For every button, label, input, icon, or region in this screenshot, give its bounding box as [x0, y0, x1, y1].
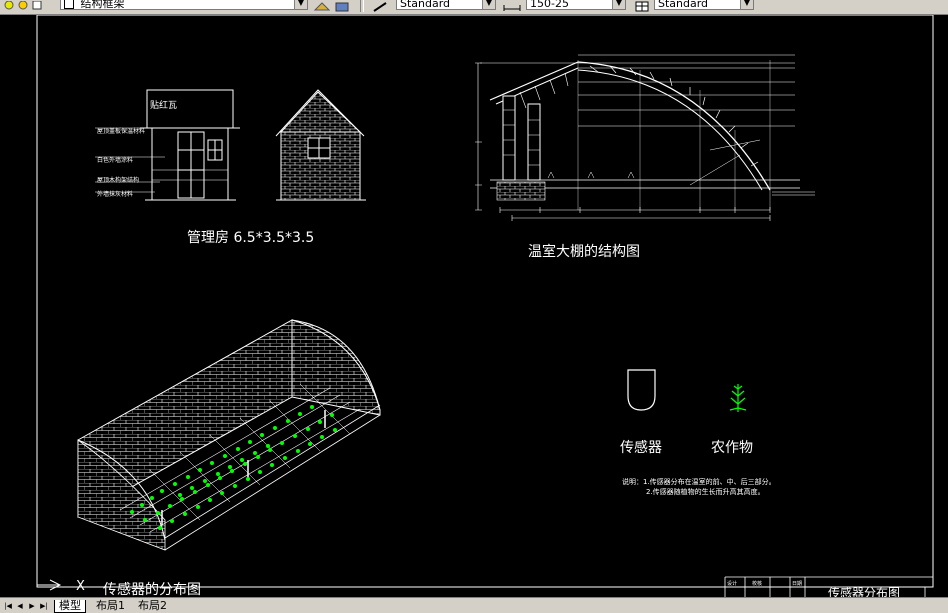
- prev-tab-icon[interactable]: ◀: [14, 601, 26, 611]
- chevron-down-icon[interactable]: ▼: [482, 0, 495, 9]
- title-date-label: 日期: [792, 581, 802, 587]
- title-drawing-name: 传感器分布图: [828, 585, 900, 597]
- tab-model[interactable]: 模型: [54, 600, 86, 613]
- tab-layout1[interactable]: 布局1: [92, 600, 129, 612]
- chevron-down-icon[interactable]: ▼: [740, 0, 753, 9]
- chevron-down-icon[interactable]: ▼: [294, 0, 307, 9]
- dim-style-value: 150-25: [530, 0, 569, 10]
- layer-on-icon[interactable]: [2, 0, 16, 10]
- greenhouse-3d: [77, 319, 381, 551]
- toolbar-separator: [360, 0, 364, 12]
- dim-style-icon[interactable]: [502, 0, 521, 11]
- drawing-svg: 贴红瓦 屋顶盖板保温材料 白色外墙涂料 屋顶木构架结构 外墙抹灰材料 管理房 6…: [36, 15, 934, 597]
- table-style-icon[interactable]: [634, 0, 649, 12]
- greenhouse-section: [475, 54, 815, 221]
- last-tab-icon[interactable]: ▶|: [38, 601, 50, 611]
- house-sign-label: 贴红瓦: [150, 99, 177, 111]
- house-front-elevation: 贴红瓦 屋顶盖板保温材料 白色外墙涂料 屋顶木构架结构 外墙抹灰材料: [95, 89, 240, 201]
- tab-layout2[interactable]: 布局2: [134, 600, 171, 612]
- crop-legend-icon: [729, 384, 747, 412]
- text-style-icon[interactable]: [372, 0, 387, 12]
- ucs-axis-icon: [37, 579, 62, 591]
- legend-crop-label: 农作物: [711, 440, 753, 456]
- layer-sun-icon[interactable]: [16, 0, 30, 10]
- layer-color-swatch-icon: [64, 0, 74, 9]
- table-style-combo[interactable]: Standard ▼: [654, 0, 754, 10]
- house-caption: 管理房 6.5*3.5*3.5: [187, 230, 314, 246]
- dim-style-combo[interactable]: 150-25 ▼: [526, 0, 626, 10]
- layout-tabs-bar: |◀ ◀ ▶ ▶| 模型 布局1 布局2: [0, 597, 948, 613]
- house-note-1: 屋顶盖板保温材料: [97, 127, 145, 135]
- house-note-2: 白色外墙涂料: [97, 156, 133, 164]
- house-note-4: 外墙抹灰材料: [97, 190, 133, 198]
- title-designer-label: 设计: [727, 580, 737, 587]
- model-space-canvas[interactable]: 贴红瓦 屋顶盖板保温材料 白色外墙涂料 屋顶木构架结构 外墙抹灰材料 管理房 6…: [0, 15, 948, 597]
- chevron-down-icon[interactable]: ▼: [612, 0, 625, 9]
- layer-manager-icon[interactable]: [313, 0, 331, 11]
- house-note-3: 屋顶木构架结构: [97, 176, 139, 184]
- title-checker-label: 校核: [752, 580, 762, 587]
- first-tab-icon[interactable]: |◀: [2, 601, 14, 611]
- layer-combo[interactable]: 结构框架 ▼: [60, 0, 308, 10]
- text-style-combo[interactable]: Standard ▼: [396, 0, 496, 10]
- text-style-value: Standard: [400, 0, 451, 10]
- greenhouse-caption: 温室大棚的结构图: [528, 243, 640, 260]
- sensor-caption: 传感器的分布图: [103, 581, 201, 597]
- house-side-elevation: [275, 89, 366, 201]
- sensor-legend-icon: [627, 369, 656, 411]
- table-style-value: Standard: [658, 0, 709, 10]
- legend-sensor-label: 传感器: [620, 439, 662, 456]
- top-toolbar: 结构框架 ▼ Standard ▼ 150-25 ▼ Standard ▼: [0, 0, 948, 15]
- layer-combo-value: 结构框架: [80, 0, 125, 10]
- x-axis-label: X: [76, 579, 85, 594]
- layer-previous-icon[interactable]: [334, 0, 349, 12]
- next-tab-icon[interactable]: ▶: [26, 601, 38, 611]
- note-line-2: 2.传感器随植物的生长而升高其高度。: [646, 487, 765, 496]
- layer-color-icon[interactable]: [30, 0, 44, 10]
- note-line-1: 说明：1.传感器分布在温室的前、中、后三部分。: [622, 477, 776, 486]
